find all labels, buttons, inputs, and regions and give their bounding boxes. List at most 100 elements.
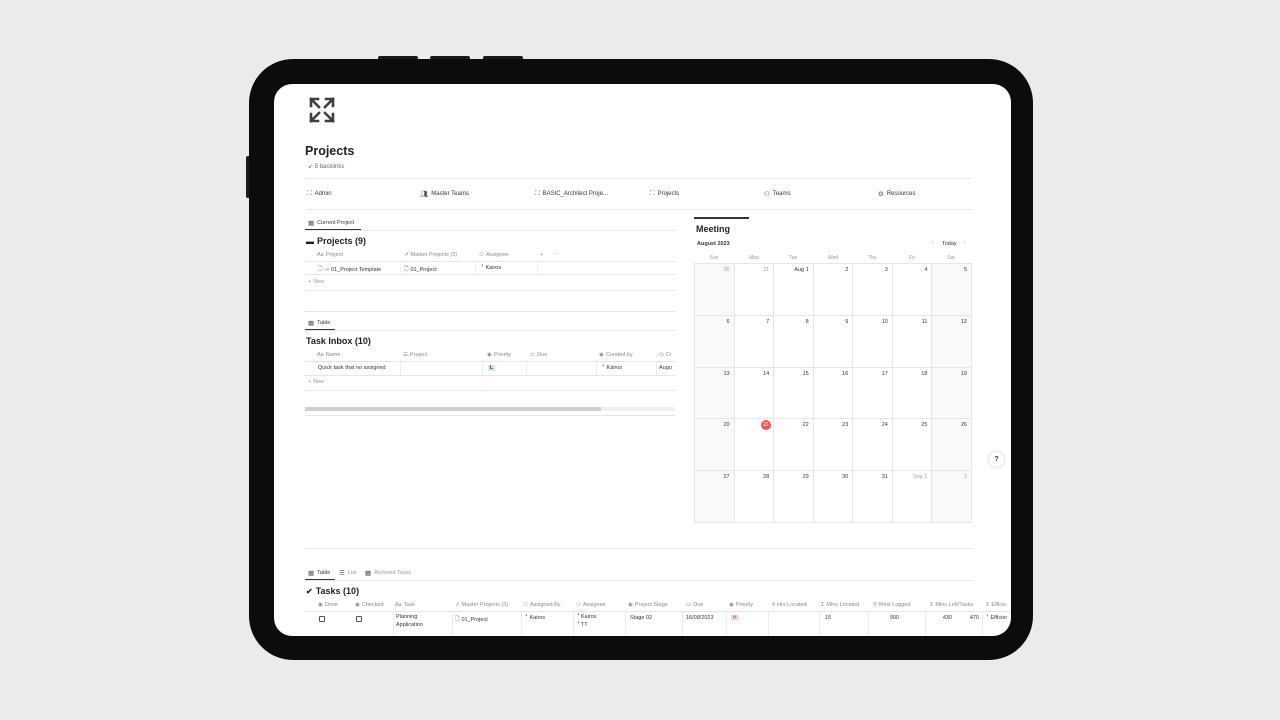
column-efficiency[interactable]: Σ Efficie <box>986 602 1006 608</box>
add-column-button[interactable]: + <box>540 252 543 258</box>
tab-list[interactable]: ☰ List <box>339 569 356 577</box>
calendar-day[interactable]: 30 <box>813 471 854 523</box>
calendar-day[interactable]: 27 <box>695 471 735 523</box>
column-checked[interactable]: ◉ Checked <box>355 602 384 608</box>
cell-master-project[interactable]: 🗋︎ 01_Project <box>455 615 488 624</box>
calendar-day[interactable]: 15 <box>774 367 814 420</box>
checked-checkbox[interactable] <box>356 616 362 622</box>
column-task[interactable]: Aa Task <box>395 602 415 608</box>
column-assigned-by[interactable]: ⚇ Assigned By <box>523 602 561 608</box>
table-row[interactable]: Planning Application 🗋︎ 01_Project ꜛ Kairo… <box>305 612 1011 636</box>
column-assignee[interactable]: ⚇ Assignee <box>479 252 509 258</box>
calendar-day[interactable]: 4 <box>892 264 933 316</box>
done-checkbox[interactable] <box>319 616 325 622</box>
nav-teams[interactable]: ⚇ Teams <box>764 190 791 198</box>
calendar-day[interactable]: 2 <box>813 264 854 316</box>
calendar-day[interactable]: 26 <box>932 419 972 472</box>
column-mins-logged[interactable]: ⚲ Mins Logged <box>873 602 911 608</box>
column-master-projects[interactable]: ↗ Master Projects (3) <box>455 602 508 608</box>
column-created[interactable]: ◷ Cr <box>659 352 672 358</box>
cell-efficiency[interactable]: ꜛ Efficier <box>986 615 1007 621</box>
table-row[interactable]: 🗋︎ ⇥ 01_Project Template 🗋︎ 01_Project ꜛ Kai… <box>305 262 675 274</box>
calendar-day[interactable]: 16 <box>813 367 854 420</box>
backlinks-link[interactable]: ↙ 5 backlinks <box>308 163 344 170</box>
next-month-button[interactable]: › <box>964 240 966 246</box>
tab-current-project[interactable]: ▦ Current Project <box>308 219 354 227</box>
calendar-day[interactable]: 18 <box>892 367 933 420</box>
cell-priority[interactable]: H <box>731 615 739 621</box>
cell-hrs-located[interactable]: 15 <box>825 615 831 621</box>
horizontal-scrollbar[interactable] <box>305 407 675 411</box>
column-hrs-located[interactable]: # Hrs Located <box>772 602 807 608</box>
calendar-day[interactable]: 10 <box>853 315 893 368</box>
nav-admin[interactable]: ⛶ Admin <box>307 190 332 198</box>
nav-resources[interactable]: ⚙ Resources <box>878 190 916 198</box>
column-priority[interactable]: ◉ Priority <box>729 602 753 608</box>
cell-assignee[interactable]: ꜛ Kairos <box>481 265 501 271</box>
calendar-day[interactable]: 24 <box>853 419 893 472</box>
calendar-day[interactable]: 29 <box>774 471 814 523</box>
tab-table[interactable]: ▦ Table <box>308 569 330 577</box>
column-done[interactable]: ◉ Done <box>318 602 338 608</box>
column-mins-left[interactable]: Σ Mins Left/Tasks <box>930 602 973 608</box>
help-button[interactable]: ? <box>989 452 1004 467</box>
column-master-projects[interactable]: ↗ Master Projects (3) <box>404 252 457 258</box>
column-due[interactable]: ▭ Due <box>530 352 547 358</box>
calendar-day[interactable]: 22 <box>774 419 814 472</box>
today-button[interactable]: Today <box>942 241 957 247</box>
nav-basic-architect[interactable]: ⛶ BASIC_Architect Proje... <box>535 190 608 198</box>
prev-month-button[interactable]: ‹ <box>932 240 934 246</box>
table-row[interactable]: Quick task that no assigned L ꜛ Kairos Au… <box>305 362 675 375</box>
calendar-day[interactable]: 7 <box>734 315 775 368</box>
cell-project[interactable]: 🗋︎ ⇥ 01_Project Template <box>318 265 381 274</box>
column-name[interactable]: Aa Name <box>317 352 340 358</box>
calendar-day[interactable]: 12 <box>932 315 972 368</box>
calendar-day[interactable]: 8 <box>774 315 814 368</box>
cell-mins-located[interactable]: 900 <box>857 615 899 621</box>
column-project[interactable]: Aa Project <box>317 252 343 258</box>
tab-archived-tasks[interactable]: ▦ Archived Tasks <box>365 569 411 577</box>
calendar-day-today[interactable]: 21 <box>734 419 775 472</box>
column-project-stage[interactable]: ◉ Project Stage <box>628 602 668 608</box>
calendar-day[interactable]: 30 <box>695 264 735 316</box>
calendar-day[interactable]: 19 <box>932 367 972 420</box>
calendar-day[interactable]: 14 <box>734 367 775 420</box>
calendar-day[interactable]: 3 <box>853 264 893 316</box>
calendar-day[interactable]: 9 <box>813 315 854 368</box>
calendar-day[interactable]: 13 <box>695 367 735 420</box>
calendar-day[interactable]: Aug 1 <box>774 264 814 316</box>
cell-assignee[interactable]: ꜛ Kairos ꜛ TT <box>577 614 596 628</box>
calendar-day[interactable]: 11 <box>892 315 933 368</box>
calendar-day[interactable]: 23 <box>813 419 854 472</box>
column-created-by[interactable]: ◉ Created by <box>599 352 633 358</box>
calendar-day[interactable]: 31 <box>734 264 775 316</box>
column-due[interactable]: ▭ Due <box>686 602 703 608</box>
calendar-day[interactable]: 25 <box>892 419 933 472</box>
column-project[interactable]: ☰ Project <box>403 352 427 358</box>
scrollbar-thumb[interactable] <box>305 407 601 411</box>
nav-projects[interactable]: ⛶ Projects <box>650 190 679 198</box>
nav-master-teams[interactable]: 👥︎ Master Teams <box>420 190 469 198</box>
cell-created[interactable]: Augu <box>659 365 672 371</box>
cell-assigned-by[interactable]: ꜛ Kairos <box>525 615 545 621</box>
calendar-day[interactable]: 2 <box>932 471 972 523</box>
new-row-button[interactable]: + New <box>308 279 324 285</box>
calendar-day[interactable]: 17 <box>853 367 893 420</box>
new-row-button[interactable]: + New <box>308 379 324 385</box>
calendar-day[interactable]: 5 <box>932 264 972 316</box>
cell-mins-left[interactable]: 470 <box>933 615 979 621</box>
cell-task[interactable]: Planning Application <box>396 614 423 628</box>
calendar-day[interactable]: Sep 1 <box>892 471 933 523</box>
calendar-day[interactable]: 28 <box>734 471 775 523</box>
column-priority[interactable]: ◉ Priority <box>487 352 511 358</box>
calendar-day[interactable]: 20 <box>695 419 735 472</box>
tab-table[interactable]: ▦ Table <box>308 319 330 327</box>
column-mins-located[interactable]: Σ Mins Located <box>821 602 859 608</box>
cell-created-by[interactable]: ꜛ Kairos <box>602 365 622 371</box>
cell-name[interactable]: Quick task that no assigned <box>318 365 386 371</box>
calendar-day[interactable]: 6 <box>695 315 735 368</box>
cell-priority[interactable]: L <box>488 365 496 371</box>
cell-due[interactable]: 16/08/2023 <box>686 615 714 621</box>
cell-project-stage[interactable]: Stage 02 <box>630 615 652 621</box>
calendar-day[interactable]: 31 <box>853 471 893 523</box>
